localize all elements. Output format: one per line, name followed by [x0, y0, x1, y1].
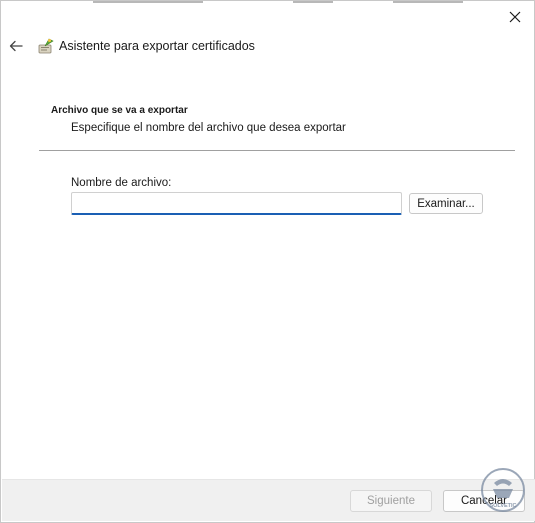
wizard-header: Asistente para exportar certificados: [37, 37, 255, 55]
watermark-text: SOLVETIC: [489, 503, 516, 509]
section-description: Especifique el nombre del archivo que de…: [71, 122, 346, 134]
file-name-label: Nombre de archivo:: [71, 177, 172, 189]
certificate-wizard-icon: [38, 38, 54, 54]
browse-button[interactable]: Examinar...: [409, 193, 483, 214]
close-button[interactable]: [502, 5, 528, 29]
export-certificate-wizard-window: Asistente para exportar certificados Arc…: [0, 0, 535, 523]
background-window-edge: [1, 1, 535, 4]
close-icon: [509, 11, 521, 23]
section-heading: Archivo que se va a exportar: [51, 105, 188, 116]
back-button[interactable]: [7, 36, 25, 56]
solvetic-logo-icon: SOLVETIC: [481, 468, 525, 512]
back-arrow-icon: [9, 40, 23, 52]
header-separator: [39, 150, 515, 151]
wizard-footer: Siguiente Cancelar: [2, 479, 535, 521]
file-name-input[interactable]: [71, 192, 402, 215]
wizard-title: Asistente para exportar certificados: [59, 39, 255, 53]
next-button[interactable]: Siguiente: [350, 490, 432, 512]
